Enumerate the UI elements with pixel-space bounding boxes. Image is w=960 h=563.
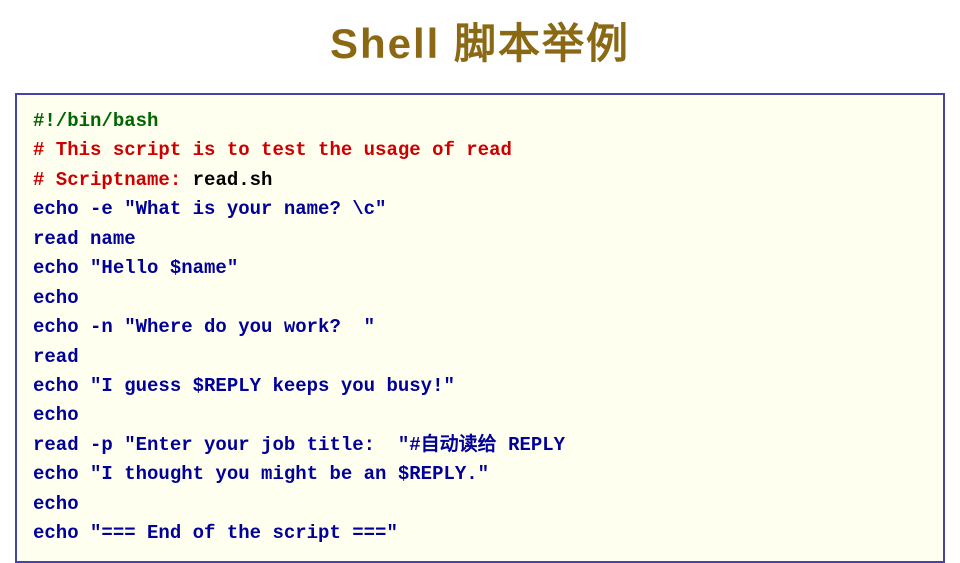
code-line-1: #!/bin/bash (33, 107, 927, 136)
code-line-15: echo "=== End of the script ===" (33, 519, 927, 548)
code-line-6: echo "Hello $name" (33, 254, 927, 283)
code-line-10: echo "I guess $REPLY keeps you busy!" (33, 372, 927, 401)
code-line-8: echo -n "Where do you work? " (33, 313, 927, 342)
code-line-11: echo (33, 401, 927, 430)
code-line-9: read (33, 343, 927, 372)
code-line-3-suffix: read.sh (193, 169, 273, 191)
code-line-14: echo (33, 490, 927, 519)
code-line-3: # Scriptname: read.sh (33, 166, 927, 195)
code-line-2: # This script is to test the usage of re… (33, 136, 927, 165)
code-line-13: echo "I thought you might be an $REPLY." (33, 460, 927, 489)
code-line-12: read -p "Enter your job title: "#自动读给 RE… (33, 431, 927, 460)
page: Shell 脚本举例 #!/bin/bash # This script is … (0, 0, 960, 540)
code-line-4: echo -e "What is your name? \c" (33, 195, 927, 224)
code-block: #!/bin/bash # This script is to test the… (15, 93, 945, 563)
page-title: Shell 脚本举例 (330, 10, 630, 71)
code-line-3-prefix: # Scriptname: (33, 169, 193, 191)
code-line-7: echo (33, 284, 927, 313)
code-line-5: read name (33, 225, 927, 254)
